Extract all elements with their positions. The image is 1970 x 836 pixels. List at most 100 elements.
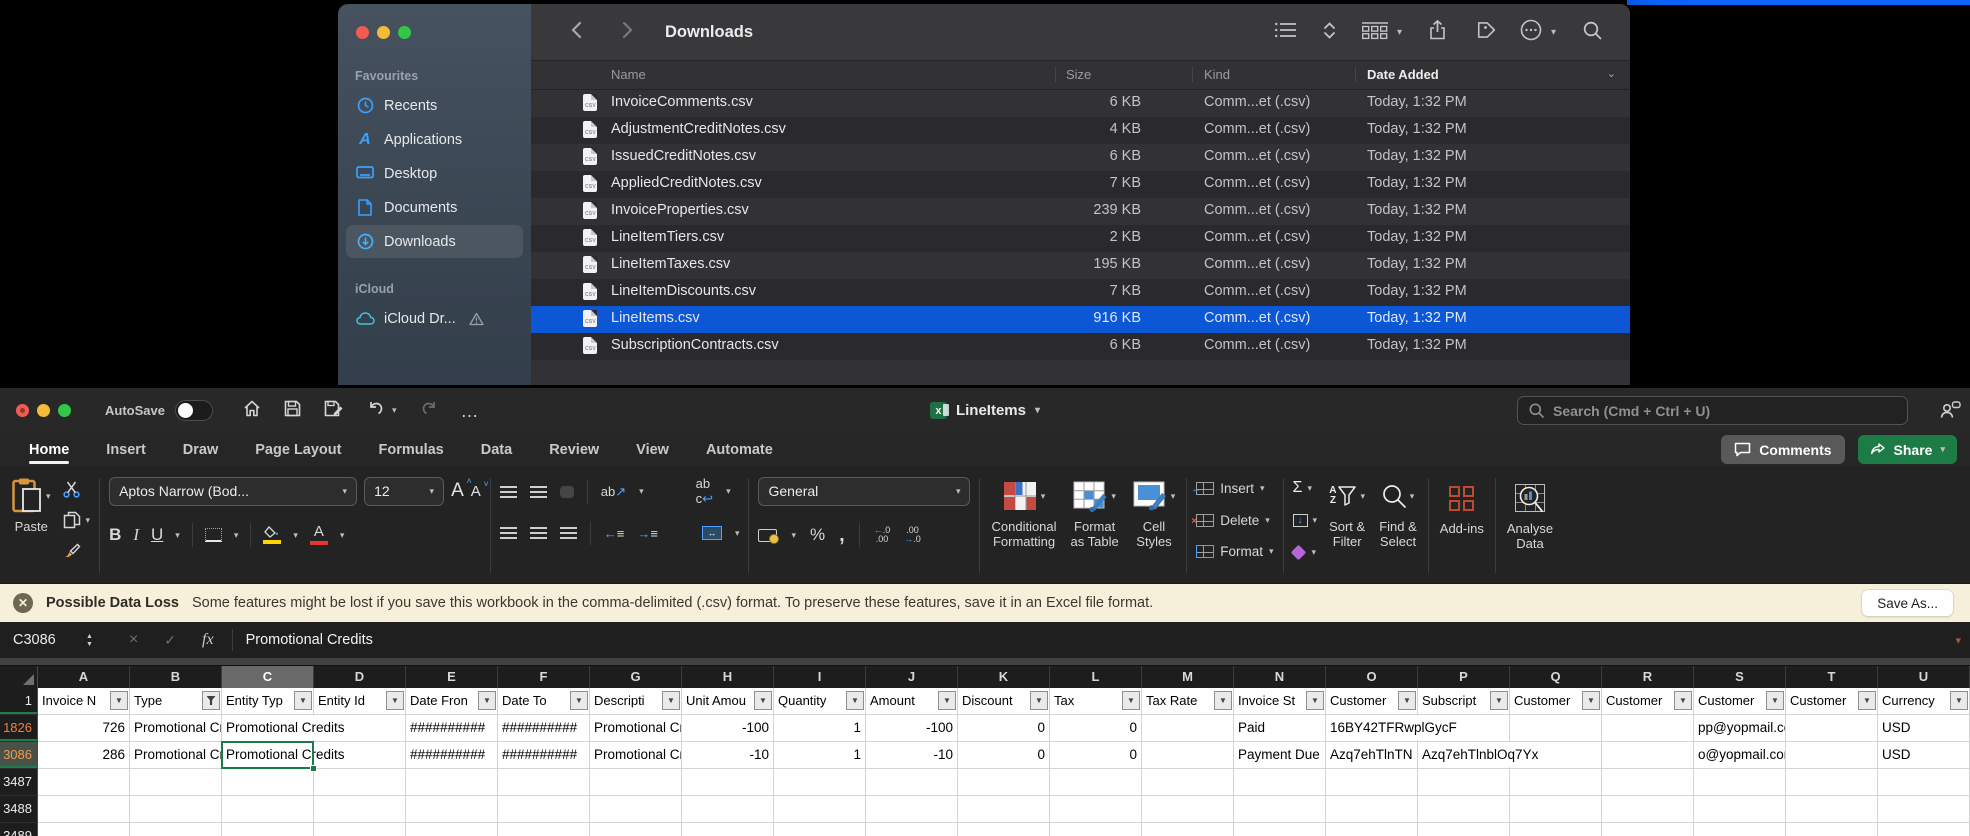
undo-icon[interactable] — [367, 399, 385, 422]
comments-button[interactable]: Comments — [1721, 435, 1844, 464]
cell-A1826[interactable]: 726 — [38, 715, 130, 742]
header-cell-O[interactable]: Customer▼ — [1326, 688, 1418, 715]
view-sort-chevrons-icon[interactable] — [1324, 22, 1335, 44]
filter-dropdown-icon[interactable]: ▼ — [1214, 691, 1232, 710]
file-row[interactable]: CSVInvoiceComments.csv6 KBComm...et (.cs… — [531, 90, 1630, 117]
sidebar-item-recents[interactable]: Recents — [346, 89, 523, 122]
align-center-icon[interactable] — [530, 527, 547, 539]
cell-C3086[interactable]: Promotional Credits — [222, 742, 314, 769]
cell-I3487[interactable] — [774, 769, 866, 796]
filter-dropdown-icon[interactable]: ▼ — [1582, 691, 1600, 710]
cell-N3488[interactable] — [1234, 796, 1326, 823]
header-cell-E[interactable]: Date Fron▼ — [406, 688, 498, 715]
column-letter-D[interactable]: D — [314, 666, 406, 688]
filter-dropdown-icon[interactable]: ▼ — [1490, 691, 1508, 710]
cell-T3086[interactable] — [1786, 742, 1878, 769]
increase-font-icon[interactable]: A˄ — [451, 480, 464, 502]
close-button[interactable] — [16, 404, 29, 417]
filter-dropdown-icon[interactable]: ▼ — [1766, 691, 1784, 710]
header-cell-I[interactable]: Quantity▼ — [774, 688, 866, 715]
copy-button[interactable]: ▾ — [63, 507, 91, 533]
select-all-corner[interactable] — [0, 666, 38, 688]
cell-T1826[interactable] — [1786, 715, 1878, 742]
font-size-select[interactable]: 12▾ — [364, 477, 444, 506]
cell-N3086[interactable]: Payment Due — [1234, 742, 1326, 769]
row-number-1826[interactable]: 1826 — [0, 715, 38, 742]
header-cell-N[interactable]: Invoice St▼ — [1234, 688, 1326, 715]
confirm-entry-icon[interactable]: ✓ — [164, 632, 176, 649]
cell-R3488[interactable] — [1602, 796, 1694, 823]
comma-style-icon[interactable]: , — [839, 530, 845, 540]
cell-N1826[interactable]: Paid — [1234, 715, 1326, 742]
cell-U1826[interactable]: USD — [1878, 715, 1970, 742]
more-commands-icon[interactable]: … — [461, 406, 480, 416]
cell-L3488[interactable] — [1050, 796, 1142, 823]
presence-people-icon[interactable] — [1939, 400, 1961, 425]
cell-B3488[interactable] — [130, 796, 222, 823]
paste-button[interactable]: ▾ Paste — [10, 474, 53, 536]
cell-U3488[interactable] — [1878, 796, 1970, 823]
more-actions-chevron-icon[interactable]: ▾ — [1551, 27, 1556, 38]
cell-Q1826[interactable] — [1510, 715, 1602, 742]
column-header-size[interactable]: Size — [1066, 67, 1091, 82]
column-letter-J[interactable]: J — [866, 666, 958, 688]
tab-page-layout[interactable]: Page Layout — [255, 435, 341, 465]
column-letter-C[interactable]: C — [222, 666, 314, 688]
column-divider[interactable] — [1355, 67, 1356, 82]
cell-G1826[interactable]: Promotional Credits — [590, 715, 682, 742]
align-left-icon[interactable] — [500, 527, 517, 539]
clear-button[interactable]: ▾ — [1293, 539, 1318, 565]
cell-E3086[interactable]: ########## — [406, 742, 498, 769]
cell-S1826[interactable]: pp@yopmail.com — [1694, 715, 1786, 742]
header-cell-U[interactable]: Currency▼ — [1878, 688, 1970, 715]
fill-handle[interactable] — [310, 765, 317, 772]
column-letter-F[interactable]: F — [498, 666, 590, 688]
cell-C1826[interactable]: Promotional Credits — [222, 715, 314, 742]
tab-automate[interactable]: Automate — [706, 435, 773, 465]
header-cell-A[interactable]: Invoice N▼ — [38, 688, 130, 715]
header-cell-R[interactable]: Customer▼ — [1602, 688, 1694, 715]
cell-M3086[interactable] — [1142, 742, 1234, 769]
cell-E3488[interactable] — [406, 796, 498, 823]
cell-I3086[interactable]: 1 — [774, 742, 866, 769]
cell-R3489[interactable] — [1602, 823, 1694, 836]
cell-H3086[interactable]: -10 — [682, 742, 774, 769]
cell-J3488[interactable] — [866, 796, 958, 823]
cell-U3086[interactable]: USD — [1878, 742, 1970, 769]
column-letter-B[interactable]: B — [130, 666, 222, 688]
italic-button[interactable]: I — [133, 525, 139, 545]
save-icon[interactable] — [284, 400, 301, 422]
column-letter-N[interactable]: N — [1234, 666, 1326, 688]
insert-function-icon[interactable]: fx — [202, 631, 214, 649]
add-ins-button[interactable]: Add-ins — [1438, 476, 1486, 577]
format-cells-button[interactable]: Format▾ — [1196, 538, 1273, 565]
column-divider[interactable] — [1055, 67, 1056, 82]
cell-Q3489[interactable] — [1510, 823, 1602, 836]
cell-B3487[interactable] — [130, 769, 222, 796]
cell-E3489[interactable] — [406, 823, 498, 836]
row-number-3086[interactable]: 3086 — [0, 742, 38, 769]
cell-P3489[interactable] — [1418, 823, 1510, 836]
cell-C3489[interactable] — [222, 823, 314, 836]
list-view-icon[interactable] — [1275, 22, 1297, 43]
cell-M3487[interactable] — [1142, 769, 1234, 796]
increase-indent-icon[interactable]: →≡ — [637, 526, 658, 541]
cell-D3489[interactable] — [314, 823, 406, 836]
tab-view[interactable]: View — [636, 435, 669, 465]
cell-A3489[interactable] — [38, 823, 130, 836]
undo-chevron-icon[interactable]: ▾ — [392, 405, 397, 416]
cell-O3487[interactable] — [1326, 769, 1418, 796]
cell-D3488[interactable] — [314, 796, 406, 823]
column-letter-E[interactable]: E — [406, 666, 498, 688]
cell-N3489[interactable] — [1234, 823, 1326, 836]
cell-J3489[interactable] — [866, 823, 958, 836]
wrap-text-button[interactable]: abc↩ — [696, 476, 713, 507]
cell-B3086[interactable]: Promotional Credits — [130, 742, 222, 769]
cell-F3086[interactable]: ########## — [498, 742, 590, 769]
cell-R3487[interactable] — [1602, 769, 1694, 796]
cell-T3488[interactable] — [1786, 796, 1878, 823]
cell-F1826[interactable]: ########## — [498, 715, 590, 742]
cell-F3489[interactable] — [498, 823, 590, 836]
file-row[interactable]: CSVLineItems.csv916 KBComm...et (.csv)To… — [531, 306, 1630, 333]
share-button[interactable]: Share ▾ — [1858, 435, 1957, 464]
